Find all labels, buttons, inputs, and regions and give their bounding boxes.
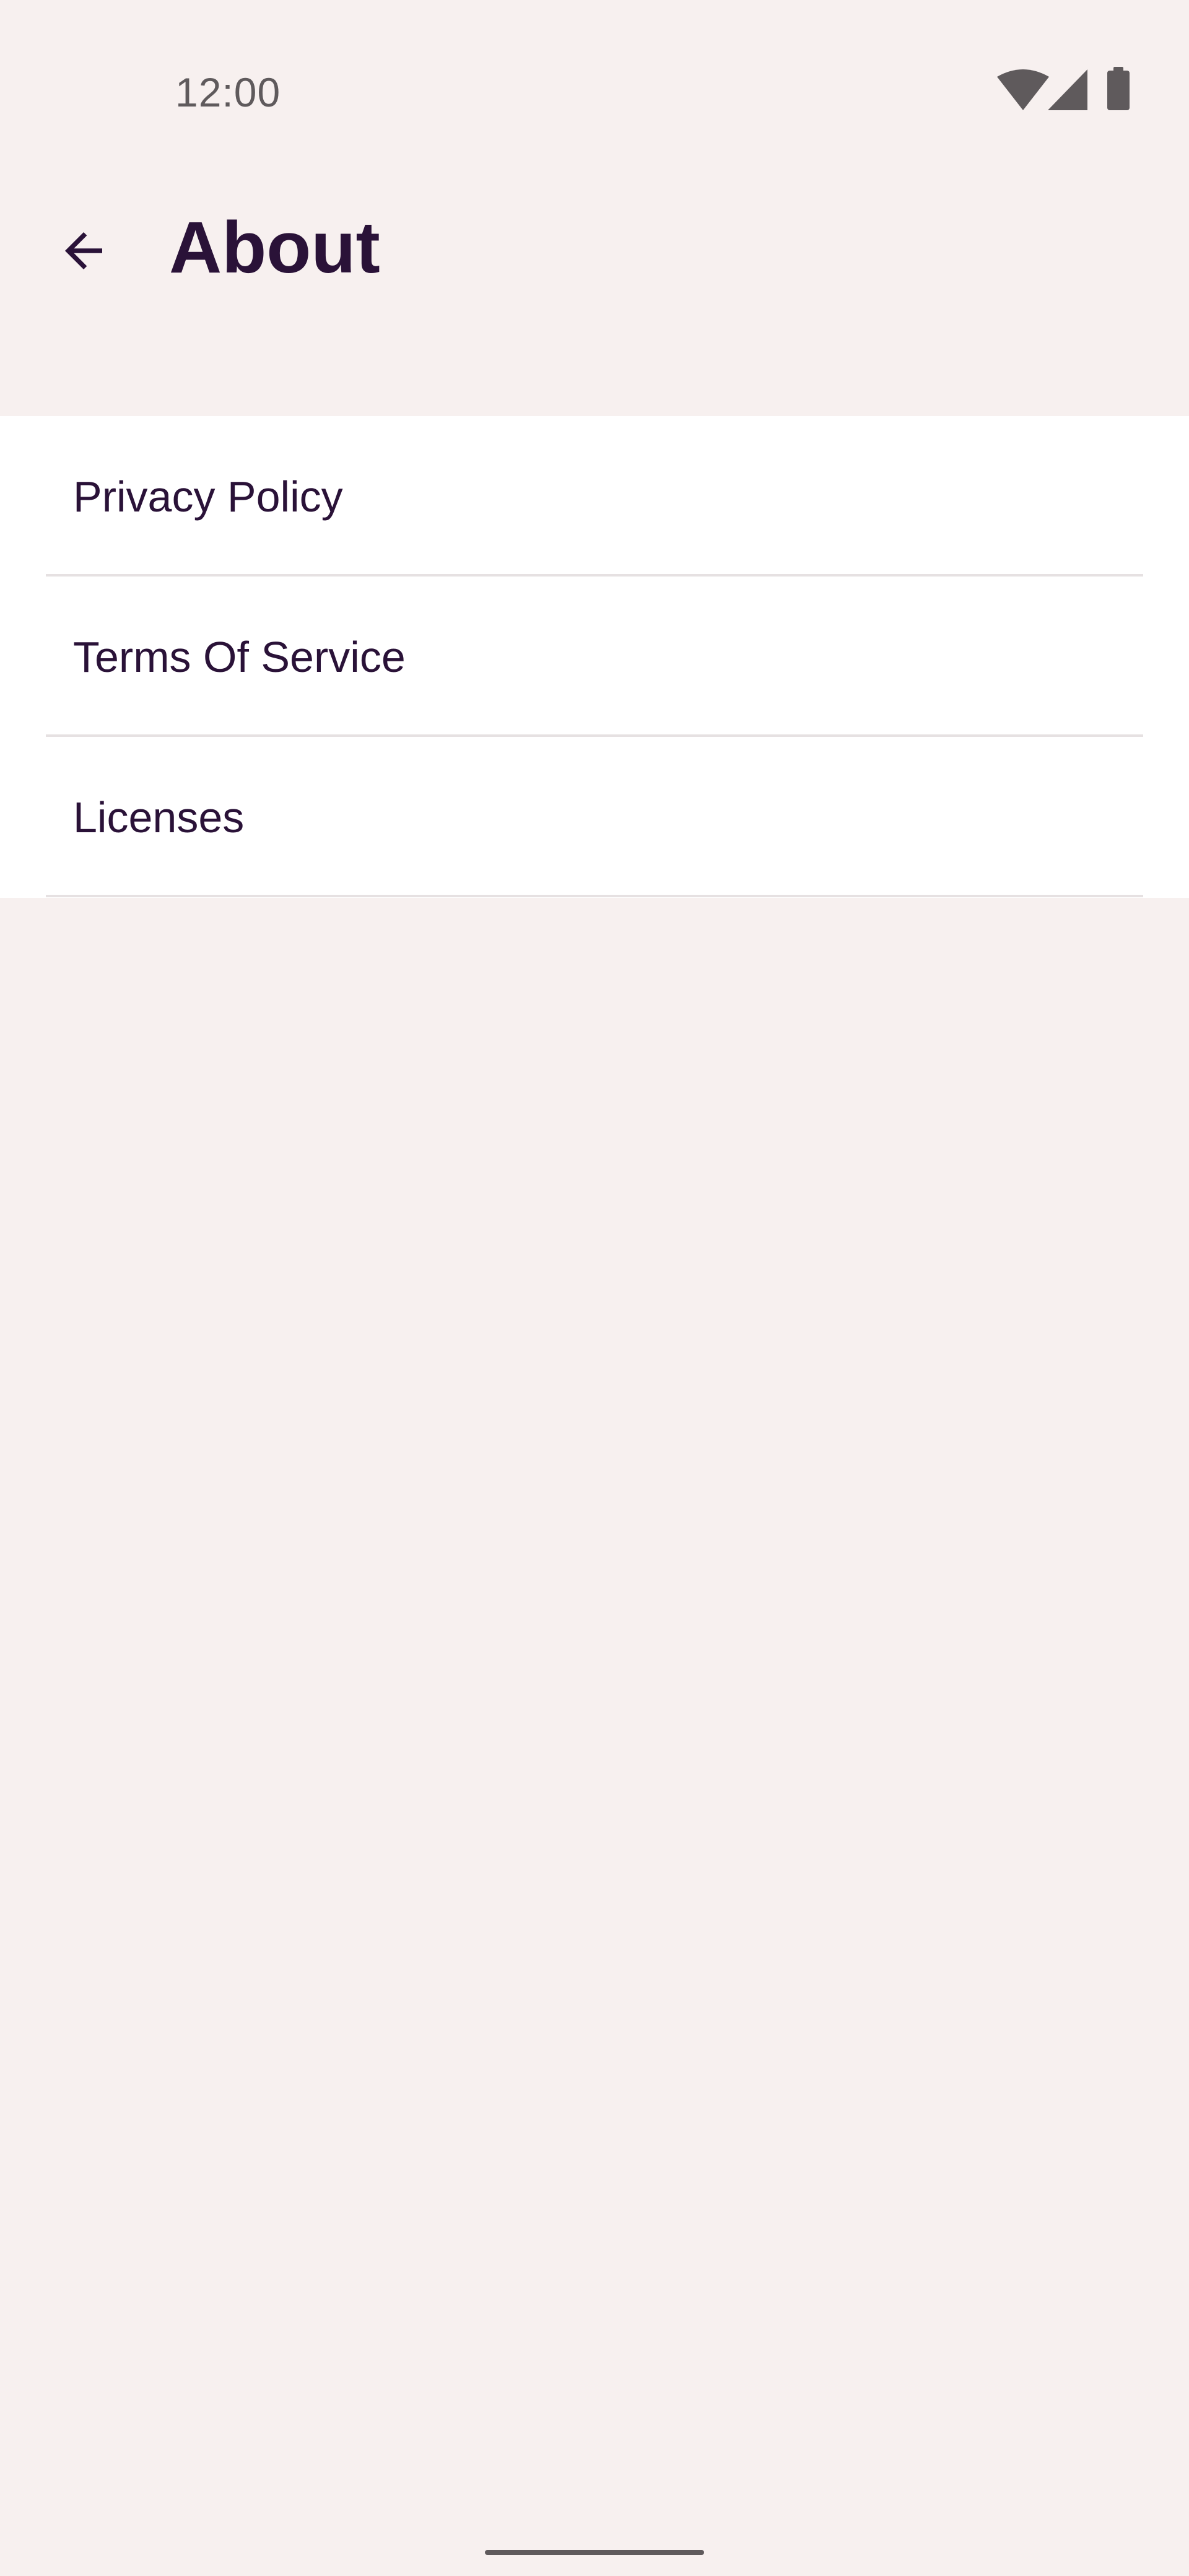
list-item-licenses[interactable]: Licenses — [0, 737, 1189, 897]
cellular-signal-icon — [1048, 69, 1087, 110]
top-app-bar: About — [0, 161, 1189, 347]
status-time: 12:00 — [175, 69, 281, 115]
list-item-privacy-policy[interactable]: Privacy Policy — [0, 416, 1189, 577]
list-item-label: Licenses — [73, 793, 245, 842]
wifi-icon — [997, 69, 1049, 110]
list-item-terms-of-service[interactable]: Terms Of Service — [0, 577, 1189, 737]
page-title: About — [169, 207, 380, 289]
list-item-label: Privacy Policy — [73, 472, 343, 521]
about-list: Privacy Policy Terms Of Service Licenses — [0, 416, 1189, 898]
battery-icon — [1107, 67, 1130, 110]
arrow-back-icon — [65, 232, 102, 269]
back-button[interactable] — [37, 204, 130, 297]
status-bar: 12:00 — [0, 0, 1189, 124]
divider — [46, 895, 1143, 897]
list-item-label: Terms Of Service — [73, 633, 406, 681]
gesture-navigation-handle[interactable] — [485, 2550, 704, 2555]
